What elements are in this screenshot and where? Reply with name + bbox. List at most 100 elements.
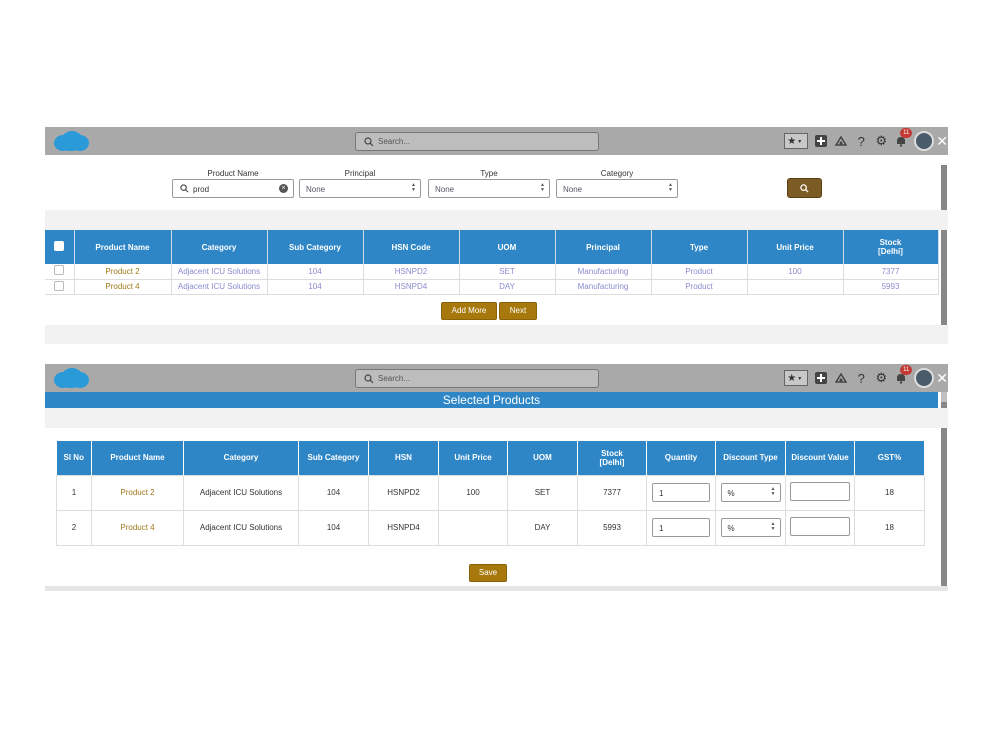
global-search-input[interactable]: Search... — [355, 132, 599, 151]
sub-category-cell: 104 — [267, 264, 364, 280]
vertical-scrollbar[interactable] — [941, 165, 947, 344]
selected-products-title: Selected Products — [45, 392, 938, 408]
uom-cell: DAY — [459, 279, 556, 295]
col-unit-price: Unit Price — [438, 441, 508, 475]
product-name-input[interactable]: prod × — [172, 179, 294, 198]
selected-products-table: Sl No Product Name Category Sub Category… — [56, 441, 925, 546]
chevron-down-icon: ▾ — [798, 375, 802, 382]
discount-value-cell — [785, 474, 855, 511]
discount-value-input[interactable] — [790, 482, 850, 501]
notification-badge: 11 — [900, 128, 913, 138]
uom-cell: SET — [459, 264, 556, 280]
select-all-checkbox[interactable] — [45, 230, 75, 264]
stock-cell: 7377 — [843, 264, 939, 280]
table-row[interactable]: Product 4 Adjacent ICU Solutions 104 HSN… — [45, 279, 939, 295]
col-stock-line1: Stock — [601, 448, 623, 458]
search-button[interactable] — [787, 178, 822, 198]
add-icon[interactable] — [814, 134, 828, 148]
principal-select[interactable]: None ▲ ▼ — [299, 179, 421, 198]
trailhead-icon[interactable] — [834, 371, 848, 385]
updown-arrows-icon: ▲ ▼ — [770, 486, 776, 497]
col-stock-line2: [Delhi] — [878, 247, 903, 256]
sl-no-cell: 1 — [56, 474, 92, 511]
global-search-input[interactable]: Search... — [355, 369, 599, 388]
discount-value-input[interactable] — [790, 517, 850, 536]
col-quantity: Quantity — [646, 441, 716, 475]
selected-products-panel: Search... ★ ▾ ? ⚙ 11 ✕ Selected Products … — [45, 364, 948, 591]
col-stock: Stock [Delhi] — [843, 230, 939, 264]
gear-icon[interactable]: ⚙ — [874, 370, 888, 385]
row-checkbox[interactable] — [54, 280, 65, 291]
search-icon — [800, 183, 809, 193]
unit-price-cell: 100 — [747, 264, 844, 280]
discount-type-select[interactable]: % ▲ ▼ — [720, 518, 781, 537]
cloud-logo-icon — [54, 368, 89, 388]
star-icon: ★ — [787, 135, 797, 147]
product-name-cell[interactable]: Product 2 — [74, 264, 172, 280]
col-hsn-code: HSN Code — [363, 230, 460, 264]
quantity-cell: 1 — [646, 474, 716, 511]
favorites-button[interactable]: ★ ▾ — [784, 370, 809, 386]
uom-cell: SET — [507, 474, 578, 511]
discount-type-value: % — [727, 489, 735, 498]
results-table: Product Name Category Sub Category HSN C… — [45, 230, 939, 295]
spacer-strip — [45, 408, 948, 428]
notification-badge: 11 — [900, 365, 913, 375]
type-value: None — [435, 185, 455, 194]
product-name-cell[interactable]: Product 2 — [91, 474, 184, 511]
unit-price-cell — [747, 279, 844, 295]
star-icon: ★ — [787, 372, 797, 384]
trailhead-icon[interactable] — [834, 134, 848, 148]
add-icon[interactable] — [814, 371, 828, 385]
col-unit-price: Unit Price — [747, 230, 844, 264]
col-uom: UOM — [507, 441, 578, 475]
bell-icon[interactable]: 11 — [894, 128, 913, 148]
col-sub-category: Sub Category — [267, 230, 364, 264]
category-cell: Adjacent ICU Solutions — [171, 264, 268, 280]
hsn-cell: HSNPD4 — [368, 509, 439, 546]
top-bar: Search... ★ ▾ ? ⚙ 11 ✕ — [45, 127, 948, 155]
principal-value: None — [306, 185, 326, 194]
product-name-cell[interactable]: Product 4 — [91, 509, 184, 546]
scrollbar-thumb[interactable] — [941, 165, 947, 344]
col-gst: GST% — [854, 441, 925, 475]
global-search-placeholder: Search... — [378, 137, 411, 146]
category-cell: Adjacent ICU Solutions — [183, 474, 299, 511]
close-icon[interactable]: ✕ — [936, 133, 948, 150]
sub-category-cell: 104 — [298, 474, 369, 511]
row-checkbox[interactable] — [54, 265, 65, 276]
gear-icon[interactable]: ⚙ — [874, 133, 888, 148]
search-icon — [364, 137, 374, 147]
scrollbar-thumb[interactable] — [941, 402, 947, 591]
help-icon[interactable]: ? — [854, 134, 868, 149]
avatar[interactable] — [914, 131, 935, 151]
category-select[interactable]: None ▲ ▼ — [556, 179, 678, 198]
quantity-input[interactable]: 1 — [652, 518, 710, 537]
header-icons: ★ ▾ ? ⚙ 11 ✕ — [784, 365, 948, 389]
unit-price-cell: 100 — [438, 474, 508, 511]
discount-value-cell — [785, 509, 855, 546]
col-category: Category — [171, 230, 268, 264]
top-bar: Search... ★ ▾ ? ⚙ 11 ✕ — [45, 364, 948, 392]
save-button[interactable]: Save — [469, 564, 507, 582]
footer-strip — [45, 586, 948, 591]
quantity-input[interactable]: 1 — [652, 483, 710, 502]
sl-no-cell: 2 — [56, 509, 92, 546]
product-name-label: Product Name — [207, 169, 259, 178]
help-icon[interactable]: ? — [854, 371, 868, 386]
category-cell: Adjacent ICU Solutions — [183, 509, 299, 546]
bell-icon[interactable]: 11 — [894, 365, 913, 385]
clear-icon[interactable]: × — [279, 184, 288, 193]
close-icon[interactable]: ✕ — [936, 370, 948, 387]
avatar[interactable] — [914, 368, 935, 388]
table-row[interactable]: Product 2 Adjacent ICU Solutions 104 HSN… — [45, 264, 939, 280]
product-name-value: prod — [193, 185, 210, 194]
favorites-button[interactable]: ★ ▾ — [784, 133, 809, 149]
product-name-cell[interactable]: Product 4 — [74, 279, 172, 295]
updown-arrows-icon: ▲ ▼ — [770, 521, 776, 532]
next-button[interactable]: Next — [499, 302, 537, 320]
add-more-button[interactable]: Add More — [441, 302, 497, 320]
type-select[interactable]: None ▲ ▼ — [428, 179, 550, 198]
sub-category-cell: 104 — [267, 279, 364, 295]
discount-type-select[interactable]: % ▲ ▼ — [720, 483, 781, 502]
